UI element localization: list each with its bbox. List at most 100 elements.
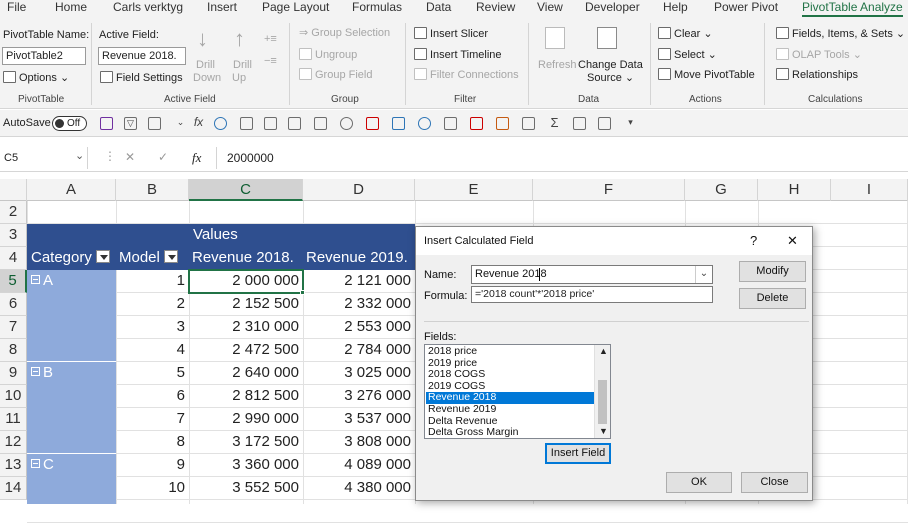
model-cell[interactable]: 9 xyxy=(116,454,189,477)
pivot-header-revenue-2018[interactable]: Revenue 2018. xyxy=(189,247,303,270)
model-cell[interactable]: 6 xyxy=(116,385,189,408)
collapse-icon[interactable] xyxy=(31,459,40,468)
page-icon[interactable] xyxy=(288,117,301,130)
filter-connections-button[interactable]: Filter Connections xyxy=(414,68,519,82)
ungroup-button[interactable]: Ungroup xyxy=(299,48,357,62)
revenue-2019-cell[interactable]: 3 276 000 xyxy=(303,385,415,408)
tab-file[interactable]: File xyxy=(7,0,26,17)
model-cell[interactable]: 7 xyxy=(116,408,189,431)
formula-check-icon[interactable] xyxy=(444,117,457,130)
revenue-2018-cell[interactable]: 2 812 500 xyxy=(189,385,303,408)
tab-home[interactable]: Home xyxy=(55,0,87,17)
fill-handle[interactable] xyxy=(300,290,305,295)
revenue-2018-cell[interactable]: 3 360 000 xyxy=(189,454,303,477)
function-icon[interactable]: fx xyxy=(192,116,205,130)
revenue-2019-cell[interactable]: 2 553 000 xyxy=(303,316,415,339)
help-icon[interactable]: ? xyxy=(750,233,757,248)
autosave-toggle[interactable]: Off xyxy=(52,116,87,131)
column-header-g[interactable]: G xyxy=(685,179,758,201)
drill-up-button[interactable]: ↑ Drill Up xyxy=(229,26,257,88)
tab-pivottable-analyze[interactable]: PivotTable Analyze xyxy=(802,0,903,17)
tab-formulas[interactable]: Formulas xyxy=(352,0,402,17)
expand-field-icon[interactable]: +≡ xyxy=(264,33,277,46)
insert-function-icon[interactable]: fx xyxy=(192,150,201,166)
tab-carls-verktyg[interactable]: Carls verktyg xyxy=(113,0,183,17)
smiley-icon[interactable] xyxy=(340,117,353,130)
list-item[interactable]: Revenue 2019 xyxy=(426,403,594,416)
category-cell-c[interactable]: C xyxy=(27,454,58,477)
cancel-icon[interactable]: ✕ xyxy=(125,150,135,164)
row-header-12[interactable]: 12 xyxy=(0,431,27,454)
revenue-2019-cell[interactable]: 3 808 000 xyxy=(303,431,415,454)
check-icon[interactable]: ✓ xyxy=(158,150,168,164)
name-combo[interactable]: Revenue 2018 ⌄ xyxy=(471,265,713,284)
pivot-header-category[interactable]: Category xyxy=(27,247,116,270)
revenue-2018-cell[interactable]: 3 172 500 xyxy=(189,431,303,454)
save-icon[interactable] xyxy=(100,117,113,130)
row-header-4[interactable]: 4 xyxy=(0,247,27,270)
revenue-2019-cell[interactable]: 2 332 000 xyxy=(303,293,415,316)
group-selection-button[interactable]: ⇒ Group Selection xyxy=(299,27,390,40)
category-cell-a[interactable]: A xyxy=(27,270,57,293)
namebox-dropdown-icon[interactable]: ⌄ xyxy=(75,149,84,162)
scroll-down-icon[interactable]: ▼ xyxy=(599,426,608,436)
revenue-2018-cell[interactable]: 2 990 000 xyxy=(189,408,303,431)
row-header-7[interactable]: 7 xyxy=(0,316,27,339)
options-button[interactable]: Options ⌄ xyxy=(3,71,69,85)
revenue-2019-cell[interactable]: 4 089 000 xyxy=(303,454,415,477)
collapse-icon[interactable] xyxy=(31,275,40,284)
document-icon[interactable] xyxy=(314,117,327,130)
insert-field-button[interactable]: Insert Field xyxy=(545,443,611,464)
grid-icon[interactable] xyxy=(264,117,277,130)
formula-input[interactable]: 2000000 xyxy=(216,147,908,169)
clear-button[interactable]: Clear ⌄ xyxy=(658,27,713,41)
close-icon[interactable]: ✕ xyxy=(787,233,798,249)
pivot-header-revenue-2019[interactable]: Revenue 2019. xyxy=(303,247,415,270)
chart-icon[interactable] xyxy=(598,117,611,130)
table-icon[interactable] xyxy=(148,117,161,130)
filter-dropdown-icon[interactable] xyxy=(163,250,178,263)
revenue-2018-cell[interactable]: 2 640 000 xyxy=(189,362,303,385)
model-cell[interactable]: 5 xyxy=(116,362,189,385)
select-all-corner[interactable] xyxy=(0,179,27,201)
pivot-header-model[interactable]: Model xyxy=(116,247,189,270)
column-header-d[interactable]: D xyxy=(303,179,415,201)
fields-listbox[interactable]: 2018 price 2019 price 2018 COGS 2019 COG… xyxy=(424,344,611,439)
model-cell[interactable]: 2 xyxy=(116,293,189,316)
customize-toolbar-icon[interactable]: ▾ xyxy=(624,117,637,130)
category-cell-b[interactable]: B xyxy=(27,362,57,385)
field-settings-button[interactable]: Field Settings xyxy=(100,71,183,85)
filter-dropdown-icon[interactable] xyxy=(95,250,110,263)
revenue-2018-cell[interactable]: 2 472 500 xyxy=(189,339,303,362)
row-header-14[interactable]: 14 xyxy=(0,477,27,500)
formula-input[interactable]: ='2018 count'*'2018 price' xyxy=(471,286,713,303)
revenue-2018-cell[interactable]: 3 552 500 xyxy=(189,477,303,500)
insert-slicer-button[interactable]: Insert Slicer xyxy=(414,27,488,41)
revenue-2019-cell[interactable]: 2 784 000 xyxy=(303,339,415,362)
brush-icon[interactable] xyxy=(496,117,509,130)
insert-timeline-button[interactable]: Insert Timeline xyxy=(414,48,502,62)
model-cell[interactable]: 10 xyxy=(116,477,189,500)
select-button[interactable]: Select ⌄ xyxy=(658,48,717,62)
column-header-b[interactable]: B xyxy=(116,179,189,201)
model-cell[interactable]: 4 xyxy=(116,339,189,362)
pivottable-name-input[interactable]: PivotTable2 xyxy=(2,47,86,65)
revenue-2019-cell[interactable]: 4 380 000 xyxy=(303,477,415,500)
filter-icon[interactable]: ▽ xyxy=(124,117,137,130)
model-cell[interactable]: 3 xyxy=(116,316,189,339)
close-button[interactable]: Close xyxy=(741,472,808,493)
row-header-13[interactable]: 13 xyxy=(0,454,27,477)
listbox-scrollbar[interactable]: ▲ ▼ xyxy=(594,345,610,438)
group-field-button[interactable]: Group Field xyxy=(299,68,372,82)
column-header-i[interactable]: I xyxy=(831,179,908,201)
clear-format-icon[interactable] xyxy=(366,117,379,130)
column-header-c[interactable]: C xyxy=(189,179,303,201)
row-header-11[interactable]: 11 xyxy=(0,408,27,431)
sheet-icon[interactable] xyxy=(522,117,535,130)
refresh-button[interactable]: Refresh xyxy=(534,25,578,87)
tab-developer[interactable]: Developer xyxy=(585,0,640,17)
name-input[interactable]: Revenue 2018 xyxy=(475,268,547,280)
tab-review[interactable]: Review xyxy=(476,0,515,17)
active-field-input[interactable]: Revenue 2018. xyxy=(98,47,186,65)
column-header-e[interactable]: E xyxy=(415,179,533,201)
